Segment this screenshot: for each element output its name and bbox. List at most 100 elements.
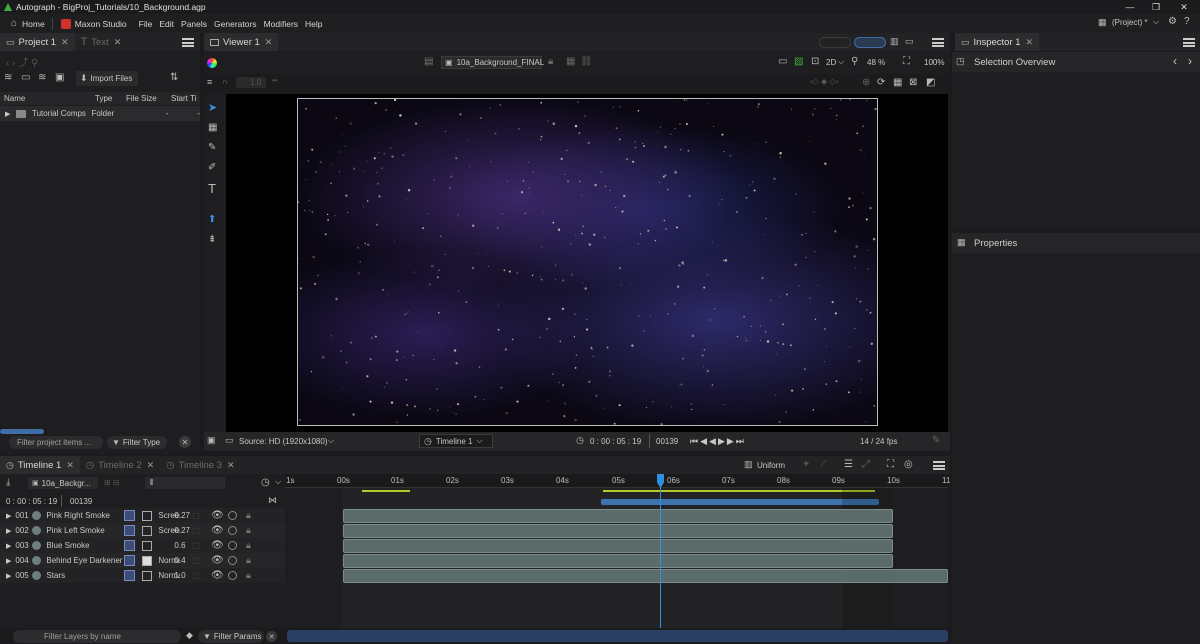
motion-blur-icon[interactable]: ⬚ — [192, 511, 210, 520]
menu-modifiers[interactable]: Modifiers — [264, 19, 298, 29]
chevron-down-icon[interactable]: ⌵ — [838, 57, 844, 67]
close-window-button[interactable]: ✕ — [1170, 0, 1198, 14]
column-name[interactable]: Name — [4, 94, 25, 103]
layer-color-icon[interactable] — [32, 511, 42, 520]
snap-icon[interactable]: ⊠ — [909, 77, 917, 88]
snap-toggle-icon[interactable]: ⋈ — [268, 495, 277, 506]
table-row[interactable]: ▶ 003 Blue Smoke 0.6 ⬚ 👁︎ 🔒︎ — [0, 538, 285, 553]
chevron-down-icon[interactable]: ⌵ — [328, 436, 334, 446]
lock-icon[interactable]: 🔒︎ — [241, 510, 255, 521]
filter-params-button[interactable]: ▼ Filter Params — [198, 630, 264, 643]
menu-panels[interactable]: Panels — [181, 19, 207, 29]
overlay-icon[interactable]: ◩ — [926, 77, 935, 88]
import-layer-icon[interactable]: ⤓ — [6, 477, 10, 488]
opacity-value[interactable]: 0.4 — [174, 556, 192, 565]
opacity-value[interactable]: 0.27 — [174, 526, 192, 535]
matte-checkbox[interactable] — [142, 540, 153, 551]
visibility-eye-icon[interactable]: 👁︎ — [210, 540, 224, 551]
toggle-icons[interactable]: ⊞ ⊟ — [104, 478, 120, 487]
pen-tool-icon[interactable]: ✎ — [208, 142, 216, 153]
expand-arrow-icon[interactable]: ▶ — [6, 527, 11, 535]
layer-clip[interactable] — [343, 509, 893, 523]
menu-help[interactable]: Help — [305, 19, 322, 29]
chevron-down-icon[interactable]: ⌵ — [1153, 17, 1159, 27]
comp-name-field[interactable]: ▣ 10a_Background_FINAL — [441, 56, 544, 69]
solo-icon[interactable] — [228, 556, 238, 565]
bars-icon[interactable]: ▥ — [744, 459, 753, 470]
timeline-scrollbar[interactable] — [287, 630, 948, 642]
dots-icon[interactable]: •• — [272, 76, 278, 85]
viewer-frame[interactable]: 00139 — [656, 437, 678, 446]
layer-clip[interactable] — [343, 554, 893, 568]
maxon-studio-menu[interactable]: Maxon Studio — [75, 19, 127, 29]
zoom-fit-value[interactable]: 100% — [924, 58, 944, 67]
table-row[interactable]: ▶001Pink Right SmokeScreen0.27⬚👁︎🔒︎ — [0, 508, 285, 523]
layer-color-icon[interactable] — [32, 571, 42, 580]
import-files-button[interactable]: ⬇ Import Files — [76, 71, 138, 86]
composition-frame[interactable] — [297, 98, 878, 426]
visibility-eye-icon[interactable]: 👁︎ — [210, 555, 224, 566]
expand-arrow-icon[interactable]: ▶ — [6, 557, 11, 565]
expand-arrow-icon[interactable]: ▶ — [6, 542, 11, 550]
target-icon[interactable]: ◎ — [904, 459, 913, 470]
curve-icon[interactable]: ⟋ — [820, 459, 827, 470]
playhead[interactable] — [660, 474, 661, 628]
work-area-bar[interactable] — [601, 499, 879, 505]
project-scrollbar[interactable] — [0, 429, 44, 434]
matte-checkbox[interactable] — [142, 555, 153, 566]
tab-timeline-1[interactable]: ◷ Timeline 1 ✕ — [0, 456, 80, 474]
small-value-field[interactable]: 1.0 — [236, 77, 266, 88]
lock-icon[interactable]: 🔒︎ — [241, 570, 255, 581]
motion-blur-icon[interactable]: ⬚ — [192, 541, 210, 550]
keyframe-nav-icon[interactable]: ‹◇ ◆ ◇› — [810, 77, 838, 86]
table-row[interactable]: ▶004Behind Eye DarkenerNormal0.4⬚👁︎🔒︎ — [0, 553, 285, 568]
viewer-toggle-left[interactable] — [819, 37, 851, 48]
grid-tool-icon[interactable]: ▦ — [208, 122, 217, 133]
film-icon[interactable]: ▤ — [424, 56, 433, 67]
tab-project-1[interactable]: ▭ Project 1 ✕ — [0, 33, 75, 51]
clear-filter-icon[interactable]: ✕ — [179, 436, 191, 448]
close-tab-icon[interactable]: ✕ — [61, 37, 69, 48]
playback-controls[interactable]: ⏮◀︎◀▶▶︎⏭ — [690, 436, 746, 447]
close-tab-icon[interactable]: ✕ — [66, 460, 74, 471]
menu-generators[interactable]: Generators — [214, 19, 257, 29]
layer-name[interactable]: Behind Eye Darkener — [46, 556, 124, 565]
visibility-eye-icon[interactable]: 👁︎ — [210, 570, 224, 581]
puppet-tool-icon[interactable]: ⇟ — [208, 234, 216, 245]
viewer-toggle-right[interactable] — [854, 37, 886, 48]
chevron-left-icon[interactable]: ‹ — [1173, 54, 1177, 68]
visibility-eye-icon[interactable]: 👁︎ — [210, 525, 224, 536]
lock-icon[interactable]: 🔒︎ — [241, 540, 255, 551]
matte-checkbox[interactable] — [142, 525, 153, 536]
timeline-timecode[interactable]: 0 : 00 : 05 : 19 — [6, 497, 57, 506]
refresh-icon[interactable]: ⟳ — [877, 77, 885, 88]
nav-arrows-icon[interactable]: ‹ › ⤴ ⚲ — [6, 54, 38, 69]
solo-icon[interactable] — [228, 571, 238, 580]
transform-icon[interactable]: ⊡ — [811, 56, 819, 67]
new-folder-icon[interactable]: ▭ — [21, 72, 30, 83]
stack-add-icon[interactable]: ≋ — [38, 72, 46, 83]
motion-blur-icon[interactable]: ⬚ — [192, 526, 210, 535]
column-type[interactable]: Type — [95, 94, 112, 103]
brush-tool-icon[interactable]: ✐ — [208, 162, 216, 173]
diamond-icon[interactable]: ◆ — [186, 630, 193, 641]
layout-icon[interactable]: ▦ — [1098, 17, 1107, 28]
fullscreen-icon[interactable]: ⛶ — [887, 459, 894, 470]
matte-checkbox[interactable] — [142, 570, 153, 581]
maximize-button[interactable]: ❐ — [1142, 0, 1170, 14]
audio-field[interactable]: ⦀ — [145, 477, 225, 489]
solo-icon[interactable] — [228, 541, 238, 550]
layer-name[interactable]: Stars — [46, 571, 124, 580]
lock-icon[interactable]: 🔒︎ — [548, 56, 553, 67]
add-key-icon[interactable]: ✦ — [802, 459, 810, 470]
list-item[interactable]: ▶ Tutorial Comps Folder - - — [0, 106, 200, 121]
link-icon[interactable]: ⛓︎ — [580, 56, 593, 67]
timeline-panel-menu-icon[interactable] — [933, 461, 945, 470]
list-icon[interactable]: ≡ — [207, 77, 212, 87]
grid-toggle-icon[interactable]: ▦ — [893, 77, 902, 88]
arch-icon[interactable]: ∩ — [222, 77, 228, 86]
home-menu[interactable]: Home — [22, 19, 45, 29]
clock-icon[interactable]: ◷ — [261, 477, 270, 488]
align-icon[interactable]: ☰ — [844, 459, 853, 470]
expand-arrow-icon[interactable]: ▶ — [5, 110, 10, 118]
